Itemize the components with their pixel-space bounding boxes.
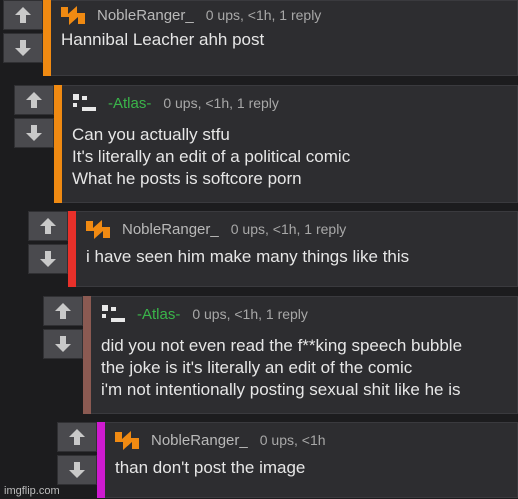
comment-body: -Atlas- 0 ups, <1h, 1 reply did you not … [91,296,518,414]
arrow-down-icon [40,251,56,267]
arrow-up-icon [15,7,31,23]
imgflip-watermark: imgflip.com [4,485,60,497]
arrow-down-icon [15,40,31,56]
arrow-up-icon [55,303,71,319]
comment-body: NobleRanger_ 0 ups, <1h than don't post … [105,422,518,498]
comment-text: did you not even read the f**king speech… [99,331,509,401]
arrow-up-icon [69,429,85,445]
vote-controls [14,85,54,203]
noble-logo-icon[interactable] [84,217,118,241]
comment-meta: 0 ups, <1h, 1 reply [205,7,322,23]
arrow-down-icon [55,336,71,352]
upvote-button[interactable] [57,422,97,452]
comment-line: What he posts is softcore porn [72,169,302,188]
comment-line: It's literally an edit of a political co… [72,147,351,166]
comment-line: did you not even read the f**king speech… [101,336,463,355]
downvote-button[interactable] [28,244,68,274]
comment-line: i have seen him make many things like th… [86,247,410,266]
thread-bar [54,85,62,203]
vote-controls [28,211,68,287]
comment-1: NobleRanger_ 0 ups, <1h, 1 reply Hanniba… [3,0,518,76]
comment-2: -Atlas- 0 ups, <1h, 1 reply Can you actu… [14,85,518,203]
comment-header: -Atlas- 0 ups, <1h, 1 reply [99,297,509,331]
atlas-pixel-icon[interactable] [70,91,104,115]
vote-controls [43,296,83,414]
comment-line: Can you actually stfu [72,125,230,144]
comment-line: the joke is it's literally an edit of th… [101,358,413,377]
comment-meta: 0 ups, <1h, 1 reply [230,221,347,237]
noble-logo-icon[interactable] [59,3,93,27]
comment-5: NobleRanger_ 0 ups, <1h than don't post … [57,422,518,498]
upvote-button[interactable] [3,0,43,30]
comment-body: NobleRanger_ 0 ups, <1h, 1 reply i have … [76,211,518,287]
username-link[interactable]: -Atlas- [137,306,180,323]
comment-4: -Atlas- 0 ups, <1h, 1 reply did you not … [43,296,518,414]
comment-text: than don't post the image [113,457,509,479]
arrow-up-icon [26,92,42,108]
comment-body: NobleRanger_ 0 ups, <1h, 1 reply Hanniba… [51,0,518,76]
arrow-down-icon [26,125,42,141]
comment-header: NobleRanger_ 0 ups, <1h, 1 reply [84,212,509,246]
thread-bar [43,0,51,76]
upvote-button[interactable] [14,85,54,115]
comment-line: Hannibal Leacher ahh post [61,30,265,49]
comment-header: -Atlas- 0 ups, <1h, 1 reply [70,86,509,120]
arrow-down-icon [69,462,85,478]
comment-meta: 0 ups, <1h, 1 reply [163,95,279,111]
vote-controls [3,0,43,76]
comment-body: -Atlas- 0 ups, <1h, 1 reply Can you actu… [62,85,518,203]
comment-text: Can you actually stfu It's literally an … [70,120,509,190]
downvote-button[interactable] [57,455,97,485]
thread-bar [68,211,76,287]
comment-text: i have seen him make many things like th… [84,246,509,268]
username-link[interactable]: NobleRanger_ [122,221,219,238]
upvote-button[interactable] [28,211,68,241]
username-link[interactable]: NobleRanger_ [151,432,248,449]
downvote-button[interactable] [14,118,54,148]
comment-meta: 0 ups, <1h [259,432,326,448]
comment-header: NobleRanger_ 0 ups, <1h [113,423,509,457]
atlas-pixel-icon[interactable] [99,302,133,326]
username-link[interactable]: -Atlas- [108,95,151,112]
noble-logo-icon[interactable] [113,428,147,452]
thread-bar [97,422,105,498]
comment-3: NobleRanger_ 0 ups, <1h, 1 reply i have … [28,211,518,287]
thread-bar [83,296,91,414]
comment-meta: 0 ups, <1h, 1 reply [192,306,308,322]
vote-controls [57,422,97,498]
downvote-button[interactable] [43,329,83,359]
comment-line: than don't post the image [115,458,306,477]
comment-header: NobleRanger_ 0 ups, <1h, 1 reply [59,1,509,29]
arrow-up-icon [40,218,56,234]
upvote-button[interactable] [43,296,83,326]
downvote-button[interactable] [3,33,43,63]
comment-text: Hannibal Leacher ahh post [59,29,509,51]
comment-line: i'm not intentionally posting sexual shi… [101,380,461,399]
username-link[interactable]: NobleRanger_ [97,7,194,24]
